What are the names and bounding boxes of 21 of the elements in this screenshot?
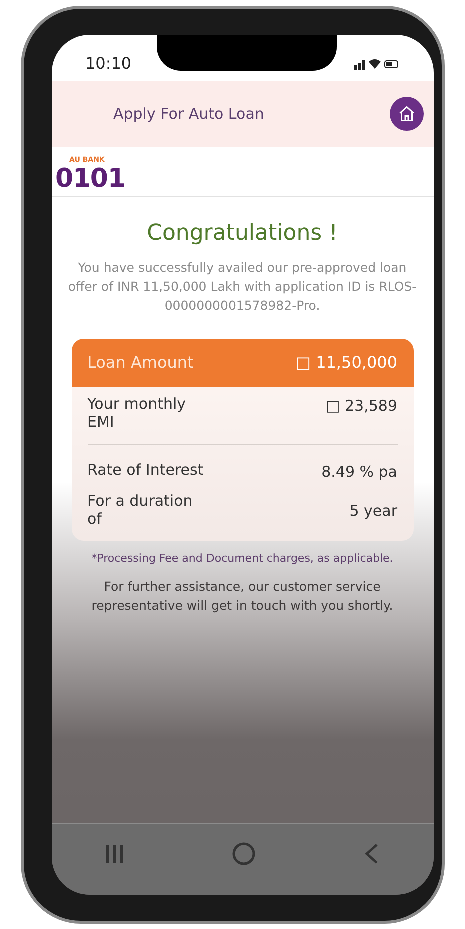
recent-apps-icon[interactable] [105,842,126,864]
back-icon[interactable] [364,842,380,866]
summary-label: Rate of Interest [88,461,205,480]
summary-label: Your monthly EMI [88,394,188,432]
success-message: You have successfully availed our pre-approved loan offer of INR 11,50,000 Lakh with application ID is RLOS-0000000001578982-Pro. [67,258,418,314]
summary-value: □ 11,50,000 [296,352,398,374]
home-button[interactable] [390,97,424,131]
summary-value: □ 23,589 [326,396,398,416]
charges-note: *Processing Fee and Document charges, as applicable. [90,551,394,567]
home-circle-icon[interactable] [232,842,256,866]
header-title: Apply For Auto Loan [114,104,264,125]
summary-label: Loan Amount [88,352,194,374]
logo: 0101 [56,166,126,192]
assistance-message: For further assistance, our customer service representative will get in touch with you shortly. [90,578,394,615]
summary-value: 8.49 % pa [322,462,398,483]
congratulations-title: Congratulations ! [147,220,338,248]
home-icon [398,105,416,123]
status-time: 10:10 [86,53,132,75]
summary-label: For a duration of [88,492,194,529]
summary-value: 5 year [350,500,398,522]
status-icons [354,58,400,70]
